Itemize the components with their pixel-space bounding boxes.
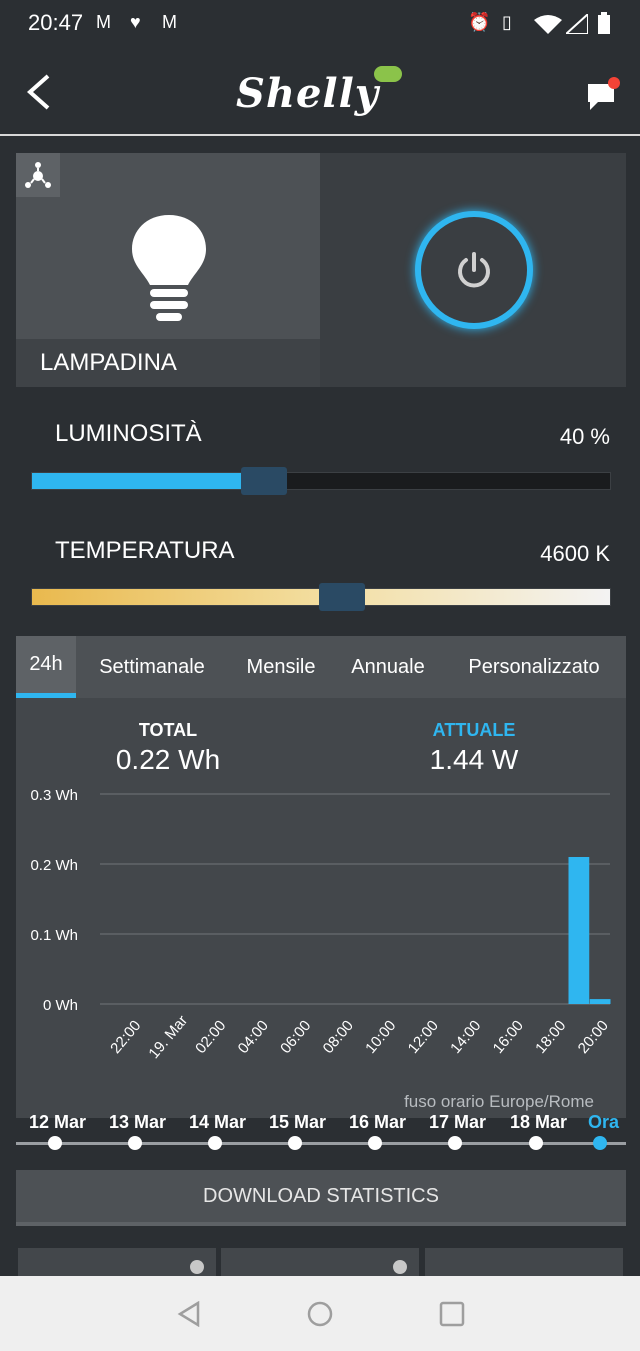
app-bar: Shelly (0, 48, 640, 136)
y-tick-label: 0 Wh (43, 997, 78, 1014)
x-tick-label: 08:00 (320, 1017, 357, 1057)
brightness-slider-thumb[interactable] (241, 467, 288, 495)
tab-24h[interactable]: 24h (16, 636, 76, 698)
x-tick-label: 10:00 (362, 1017, 399, 1057)
vibrate-icon: ▯ (502, 12, 512, 32)
device-name: LAMPADINA (40, 349, 177, 376)
consumption-panel: TOTAL 0.22 Wh ATTUALE 1.44 W 0.3 Wh 0.2 W… (16, 698, 626, 1118)
lightbulb-icon (132, 215, 206, 321)
nav-recents-icon[interactable] (439, 1301, 465, 1327)
energy-chart: 0.3 Wh0.2 Wh0.1 Wh0 Wh22:00 19. Mar 02:00 0… (30, 787, 612, 1062)
timeline-dot[interactable] (368, 1136, 382, 1150)
nav-back-icon[interactable] (176, 1301, 202, 1327)
chat-notification-icon[interactable] (586, 76, 620, 112)
power-button[interactable] (415, 211, 533, 329)
system-nav-bar (0, 1276, 640, 1351)
x-tick-label: 22:00 (107, 1017, 144, 1057)
gmail-icon: M (162, 12, 177, 32)
timeline-date[interactable]: 17 Mar (429, 1112, 486, 1133)
x-tick-label: 20:00 (575, 1017, 612, 1057)
indicator-dot (393, 1260, 407, 1274)
timeline-dot[interactable] (208, 1136, 222, 1150)
timeline-dot[interactable] (288, 1136, 302, 1150)
nav-home-icon[interactable] (307, 1301, 333, 1327)
timeline-dot[interactable] (48, 1136, 62, 1150)
x-tick-label: 04:00 (235, 1017, 272, 1057)
timeline-date[interactable]: 16 Mar (349, 1112, 406, 1133)
temperature-slider-thumb[interactable] (319, 583, 365, 611)
x-tick-label: 12:00 (405, 1017, 442, 1057)
tab-mensile[interactable]: Mensile (236, 636, 326, 698)
timeline-date[interactable]: 15 Mar (269, 1112, 326, 1133)
indicator-dot (190, 1260, 204, 1274)
battery-icon (598, 12, 610, 34)
shelly-logo: Shelly (236, 64, 406, 124)
tab-settimanale[interactable]: Settimanale (90, 636, 214, 698)
brightness-fill (32, 473, 244, 489)
y-tick-label: 0.3 Wh (30, 787, 78, 804)
power-panel (320, 153, 626, 387)
temperature-value: 4600 K (540, 541, 610, 566)
status-bar: 20:47 M ♥ M ⏰ ▯ (0, 0, 640, 48)
x-tick-label: 02:00 (192, 1017, 229, 1057)
tab-annuale[interactable]: Annuale (346, 636, 430, 698)
chart-bar (568, 857, 590, 1004)
x-tick-label: 19. Mar (145, 1012, 191, 1062)
timeline-date[interactable]: 13 Mar (109, 1112, 166, 1133)
x-tick-label: 16:00 (490, 1017, 527, 1057)
back-arrow-icon[interactable] (24, 72, 54, 112)
wifi-icon (534, 15, 562, 34)
timeline-date[interactable]: 14 Mar (189, 1112, 246, 1133)
x-tick-label: 18:00 (532, 1017, 569, 1057)
timeline-dot[interactable] (448, 1136, 462, 1150)
y-tick-label: 0.1 Wh (30, 927, 78, 944)
signal-icon (566, 14, 588, 34)
status-time: 20:47 (28, 10, 84, 35)
temperature-slider[interactable] (31, 583, 611, 611)
device-tile[interactable]: LAMPADINA (16, 153, 320, 387)
x-tick-label: 06:00 (277, 1017, 314, 1057)
chart-bar (589, 999, 611, 1004)
device-card: LAMPADINA (16, 153, 626, 387)
power-icon (458, 252, 490, 288)
timeline-date[interactable]: Ora (588, 1112, 619, 1133)
timeline-dot[interactable] (128, 1136, 142, 1150)
timeline-date[interactable]: 12 Mar (29, 1112, 86, 1133)
timeline-date[interactable]: 18 Mar (510, 1112, 567, 1133)
timeline-dot[interactable] (593, 1136, 607, 1150)
device-name-bar: LAMPADINA (16, 339, 320, 387)
x-tick-label: 14:00 (447, 1017, 484, 1057)
period-tabs: 24h Settimanale Mensile Annuale Personal… (16, 636, 626, 698)
brightness-label: LUMINOSITÀ (55, 420, 202, 447)
heart-icon: ♥ (130, 12, 141, 32)
timeline-dot[interactable] (529, 1136, 543, 1150)
tab-personalizzato[interactable]: Personalizzato (464, 636, 604, 698)
gmail-icon: M (96, 12, 111, 32)
date-timeline: 12 Mar 13 Mar 14 Mar 15 Mar 16 Mar 17 Mar 18 M… (0, 1098, 640, 1168)
download-statistics-button[interactable]: DOWNLOAD STATISTICS (16, 1170, 626, 1226)
brightness-slider[interactable] (31, 467, 611, 495)
y-tick-label: 0.2 Wh (30, 857, 78, 874)
temperature-label: TEMPERATURA (55, 537, 235, 564)
alarm-icon: ⏰ (468, 12, 491, 32)
brightness-value: 40 % (559, 424, 610, 449)
network-icon (16, 153, 60, 197)
